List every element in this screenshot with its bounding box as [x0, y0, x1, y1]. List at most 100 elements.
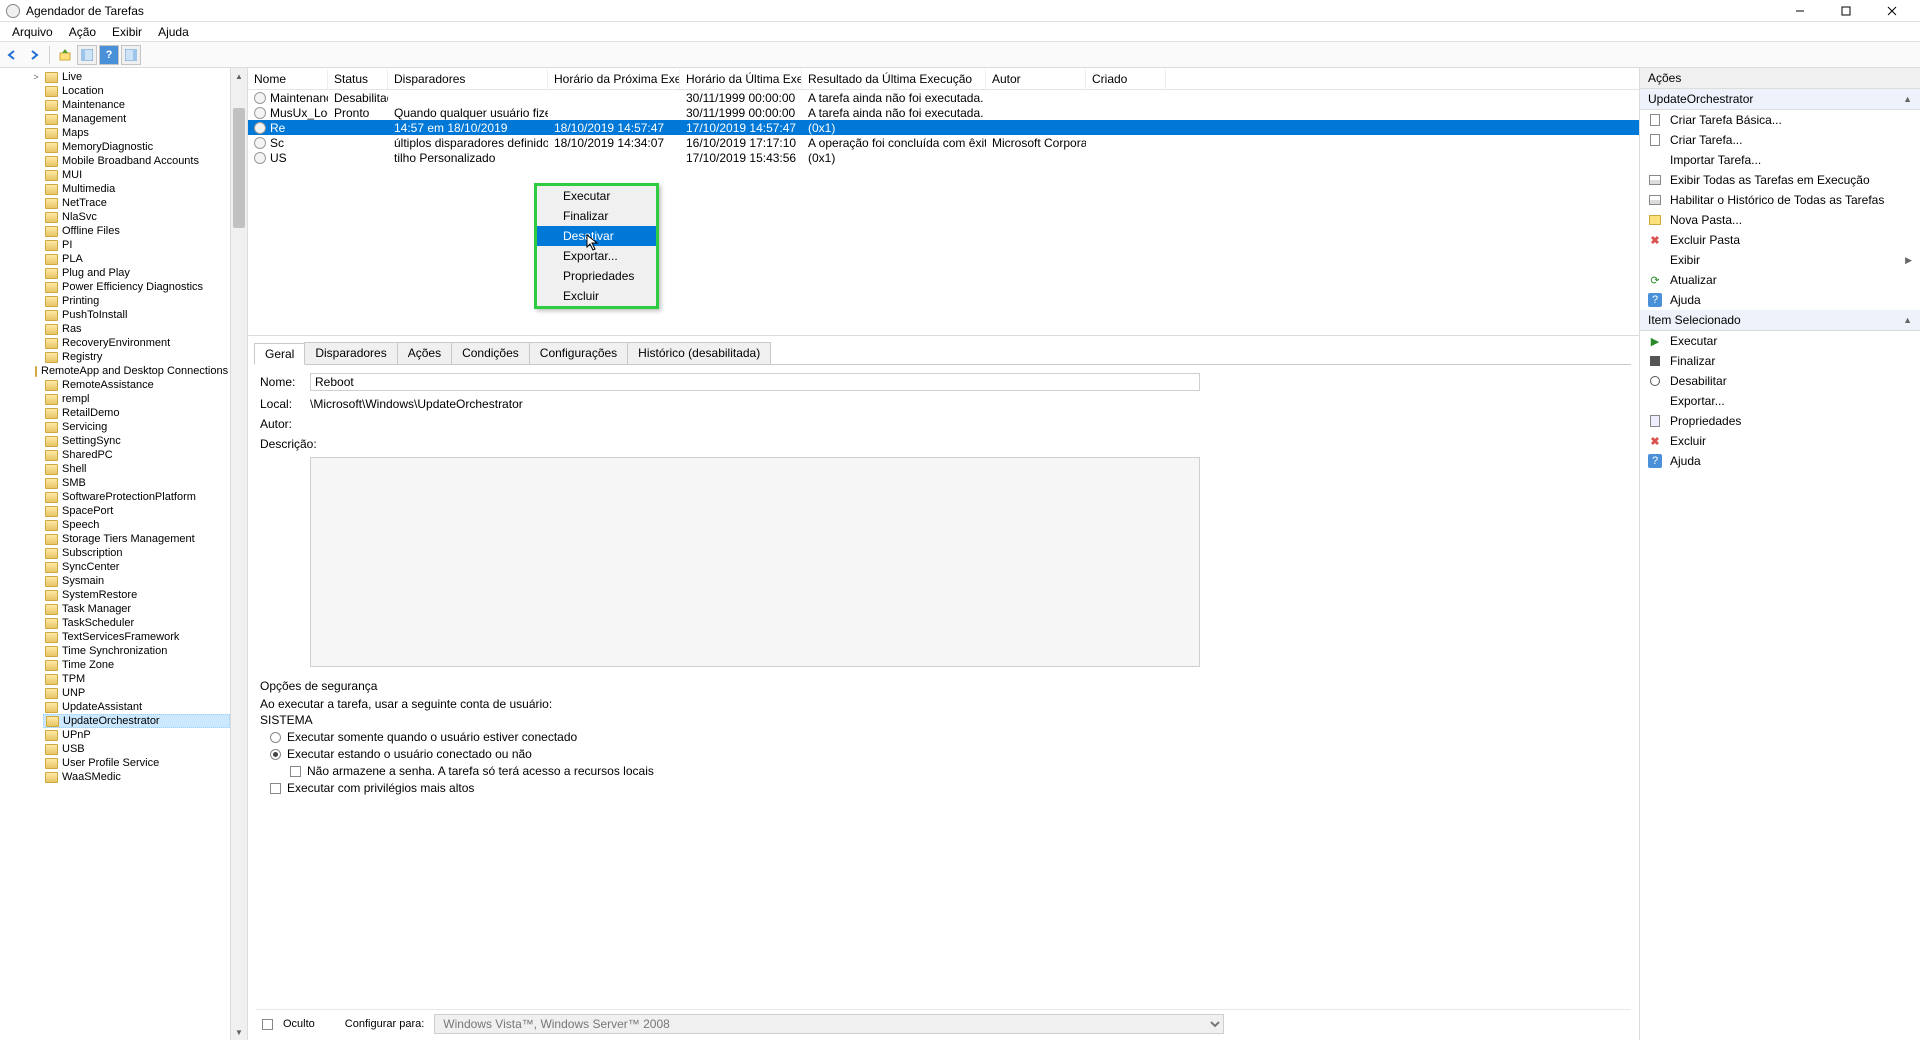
tree-item-updateassistant[interactable]: UpdateAssistant: [43, 700, 230, 714]
column-header[interactable]: Resultado da Última Execução: [802, 69, 986, 89]
action-link-importar-tarefa-[interactable]: Importar Tarefa...: [1640, 150, 1920, 170]
context-menu-item-excluir[interactable]: Excluir: [537, 286, 656, 306]
tree-item-recoveryenvironment[interactable]: RecoveryEnvironment: [43, 336, 230, 350]
task-name-input[interactable]: [310, 373, 1200, 391]
tree-item-nettrace[interactable]: NetTrace: [43, 196, 230, 210]
tree-item-memorydiagnostic[interactable]: MemoryDiagnostic: [43, 140, 230, 154]
tree-item-upnp[interactable]: UPnP: [43, 728, 230, 742]
action-link-nova-pasta-[interactable]: Nova Pasta...: [1640, 210, 1920, 230]
close-button[interactable]: [1878, 1, 1906, 21]
actions-section-header[interactable]: UpdateOrchestrator▲: [1640, 89, 1920, 110]
checkbox-no-store-password[interactable]: [290, 766, 301, 777]
tree-item-plug-and-play[interactable]: Plug and Play: [43, 266, 230, 280]
scroll-up-arrow[interactable]: ▲: [231, 68, 247, 84]
tree-item-management[interactable]: Management: [43, 112, 230, 126]
tree-item-multimedia[interactable]: Multimedia: [43, 182, 230, 196]
tree-item-speech[interactable]: Speech: [43, 518, 230, 532]
tree-item-waasmedic[interactable]: WaaSMedic: [43, 770, 230, 784]
action-link-excluir-pasta[interactable]: ✖Excluir Pasta: [1640, 230, 1920, 250]
collapse-icon[interactable]: ▲: [1903, 94, 1912, 104]
action-link-excluir[interactable]: ✖Excluir: [1640, 431, 1920, 451]
menu-exibir[interactable]: Exibir: [104, 23, 150, 41]
action-link-propriedades[interactable]: Propriedades: [1640, 411, 1920, 431]
scroll-thumb[interactable]: [233, 108, 245, 228]
tree-item-settingsync[interactable]: SettingSync: [43, 434, 230, 448]
tab-configurações[interactable]: Configurações: [529, 342, 628, 364]
column-header[interactable]: Disparadores: [388, 69, 548, 89]
checkbox-hidden[interactable]: [262, 1019, 273, 1030]
back-button[interactable]: [2, 45, 22, 65]
maximize-button[interactable]: [1832, 1, 1860, 21]
scroll-down-arrow[interactable]: ▼: [231, 1024, 247, 1040]
tree-item-offline-files[interactable]: Offline Files: [43, 224, 230, 238]
tree-item-nlasvc[interactable]: NlaSvc: [43, 210, 230, 224]
tree-item-sharedpc[interactable]: SharedPC: [43, 448, 230, 462]
tree-item-shell[interactable]: Shell: [43, 462, 230, 476]
tree-view[interactable]: >LiveLocationMaintenanceManagementMapsMe…: [0, 68, 230, 1040]
tree-item-rempl[interactable]: rempl: [43, 392, 230, 406]
context-menu-item-propriedades[interactable]: Propriedades: [537, 266, 656, 286]
context-menu-item-desativar[interactable]: Desativar: [537, 226, 656, 246]
column-header[interactable]: Horário da Última Execução: [680, 69, 802, 89]
action-link-exportar-[interactable]: Exportar...: [1640, 391, 1920, 411]
tree-item-unp[interactable]: UNP: [43, 686, 230, 700]
tree-item-textservicesframework[interactable]: TextServicesFramework: [43, 630, 230, 644]
expand-icon[interactable]: >: [31, 72, 41, 82]
column-header[interactable]: Nome: [248, 69, 328, 89]
tasks-rows[interactable]: Maintenanc...Desabilitado30/11/1999 00:0…: [248, 90, 1639, 165]
tree-item-pla[interactable]: PLA: [43, 252, 230, 266]
tree-item-servicing[interactable]: Servicing: [43, 420, 230, 434]
tree-item-taskscheduler[interactable]: TaskScheduler: [43, 616, 230, 630]
tree-item-subscription[interactable]: Subscription: [43, 546, 230, 560]
task-row[interactable]: Maintenanc...Desabilitado30/11/1999 00:0…: [248, 90, 1639, 105]
tab-condições[interactable]: Condições: [451, 342, 530, 364]
tree-item-maps[interactable]: Maps: [43, 126, 230, 140]
tree-item-ras[interactable]: Ras: [43, 322, 230, 336]
tree-item-registry[interactable]: Registry: [43, 350, 230, 364]
task-description-textarea[interactable]: [310, 457, 1200, 667]
action-link-desabilitar[interactable]: Desabilitar: [1640, 371, 1920, 391]
action-link-criar-tarefa-b-sica-[interactable]: Criar Tarefa Básica...: [1640, 110, 1920, 130]
tree-item-synccenter[interactable]: SyncCenter: [43, 560, 230, 574]
task-row[interactable]: Re14:57 em 18/10/201918/10/2019 14:57:47…: [248, 120, 1639, 135]
tree-item-sysmain[interactable]: Sysmain: [43, 574, 230, 588]
context-menu-item-finalizar[interactable]: Finalizar: [537, 206, 656, 226]
tree-item-remoteassistance[interactable]: RemoteAssistance: [43, 378, 230, 392]
menu-arquivo[interactable]: Arquivo: [4, 23, 61, 41]
tree-item-updateorchestrator[interactable]: UpdateOrchestrator: [43, 714, 230, 728]
menu-ação[interactable]: Ação: [61, 23, 104, 41]
tree-item-location[interactable]: Location: [43, 84, 230, 98]
action-link-exibir[interactable]: Exibir▶: [1640, 250, 1920, 270]
tree-item-systemrestore[interactable]: SystemRestore: [43, 588, 230, 602]
panel1-button[interactable]: [77, 45, 97, 65]
radio-only-connected[interactable]: [270, 732, 281, 743]
tree-item-remoteapp-and-desktop-connections[interactable]: RemoteApp and Desktop Connections: [43, 364, 230, 378]
action-link-ajuda[interactable]: ?Ajuda: [1640, 451, 1920, 471]
task-row[interactable]: Scúltiplos disparadores definidos18/10/2…: [248, 135, 1639, 150]
tree-item-smb[interactable]: SMB: [43, 476, 230, 490]
tree-item-power-efficiency-diagnostics[interactable]: Power Efficiency Diagnostics: [43, 280, 230, 294]
up-button[interactable]: [55, 45, 75, 65]
tree-scrollbar[interactable]: ▲ ▼: [230, 68, 247, 1040]
tree-item-storage-tiers-management[interactable]: Storage Tiers Management: [43, 532, 230, 546]
column-header[interactable]: Autor: [986, 69, 1086, 89]
tree-item-printing[interactable]: Printing: [43, 294, 230, 308]
action-link-finalizar[interactable]: Finalizar: [1640, 351, 1920, 371]
tree-item-mui[interactable]: MUI: [43, 168, 230, 182]
tree-item-maintenance[interactable]: Maintenance: [43, 98, 230, 112]
action-link-exibir-todas-as-tarefas-em-execu-o[interactable]: Exibir Todas as Tarefas em Execução: [1640, 170, 1920, 190]
tree-item-task-manager[interactable]: Task Manager: [43, 602, 230, 616]
panel2-button[interactable]: [121, 45, 141, 65]
tree-item-softwareprotectionplatform[interactable]: SoftwareProtectionPlatform: [43, 490, 230, 504]
tab-ações[interactable]: Ações: [397, 342, 452, 364]
action-link-ajuda[interactable]: ?Ajuda: [1640, 290, 1920, 310]
tab-geral[interactable]: Geral: [254, 343, 305, 365]
tree-item-time-zone[interactable]: Time Zone: [43, 658, 230, 672]
tree-item-spaceport[interactable]: SpacePort: [43, 504, 230, 518]
action-link-atualizar[interactable]: ⟳Atualizar: [1640, 270, 1920, 290]
tree-item-mobile-broadband-accounts[interactable]: Mobile Broadband Accounts: [43, 154, 230, 168]
action-link-executar[interactable]: ▶Executar: [1640, 331, 1920, 351]
column-header[interactable]: Criado: [1086, 69, 1166, 89]
tree-item-pi[interactable]: PI: [43, 238, 230, 252]
column-header[interactable]: Horário da Próxima Execução: [548, 69, 680, 89]
